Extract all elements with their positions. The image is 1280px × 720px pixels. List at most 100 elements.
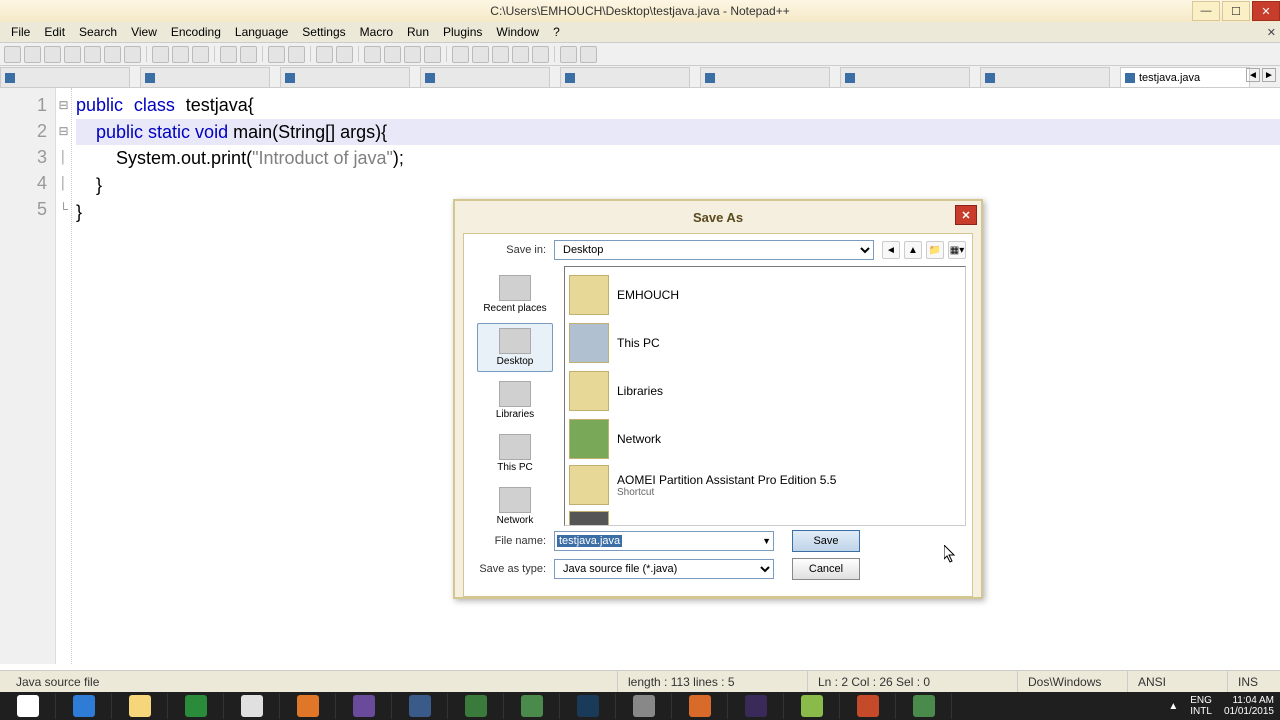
- copy-icon[interactable]: [172, 46, 189, 63]
- firefox-icon[interactable]: [280, 693, 336, 719]
- save-icon[interactable]: [44, 46, 61, 63]
- tab[interactable]: [420, 67, 550, 87]
- close-icon[interactable]: [84, 46, 101, 63]
- explorer-icon[interactable]: [112, 693, 168, 719]
- save-button[interactable]: Save: [792, 530, 860, 552]
- undo-icon[interactable]: [220, 46, 237, 63]
- powerpoint-icon[interactable]: [840, 693, 896, 719]
- compare-icon[interactable]: [560, 46, 577, 63]
- places-network[interactable]: Network: [477, 482, 553, 531]
- chrome-icon[interactable]: [224, 693, 280, 719]
- menu-macro[interactable]: Macro: [353, 23, 400, 41]
- close-button[interactable]: ✕: [1252, 1, 1280, 21]
- indent-guide-icon[interactable]: [404, 46, 421, 63]
- fold-margin[interactable]: ⊟ ⊟ │ │ └: [56, 88, 72, 664]
- filename-input[interactable]: testjava.java▼: [554, 531, 774, 551]
- minimize-button[interactable]: —: [1192, 1, 1220, 21]
- places-libraries[interactable]: Libraries: [477, 376, 553, 425]
- list-item[interactable]: Network: [569, 415, 961, 463]
- saveastype-select[interactable]: Java source file (*.java): [554, 559, 774, 579]
- list-item[interactable]: AOMEI Partition Assistant Pro Edition 5.…: [569, 463, 961, 507]
- cut-icon[interactable]: [152, 46, 169, 63]
- tab[interactable]: [700, 67, 830, 87]
- spell-check-icon[interactable]: [580, 46, 597, 63]
- list-item[interactable]: Libraries: [569, 367, 961, 415]
- cancel-button[interactable]: Cancel: [792, 558, 860, 580]
- view-menu-icon[interactable]: ▦▾: [948, 241, 966, 259]
- fold-minus-icon[interactable]: ⊟: [56, 118, 71, 144]
- menu-edit[interactable]: Edit: [37, 23, 72, 41]
- menu-window[interactable]: Window: [489, 23, 546, 41]
- app-icon[interactable]: [448, 693, 504, 719]
- close-all-icon[interactable]: [104, 46, 121, 63]
- redo-icon[interactable]: [240, 46, 257, 63]
- save-all-icon[interactable]: [64, 46, 81, 63]
- vlc-icon[interactable]: [672, 693, 728, 719]
- dropdown-icon[interactable]: ▼: [762, 536, 771, 546]
- play-macro-icon[interactable]: [492, 46, 509, 63]
- print-icon[interactable]: [124, 46, 141, 63]
- tab[interactable]: [980, 67, 1110, 87]
- list-item[interactable]: Bitstream Font Navigator: [569, 507, 961, 526]
- fold-minus-icon[interactable]: ⊟: [56, 92, 71, 118]
- back-icon[interactable]: ◄: [882, 241, 900, 259]
- places-recent[interactable]: Recent places: [477, 270, 553, 319]
- tab-scroll-right-icon[interactable]: ►: [1262, 68, 1276, 82]
- camtasia-icon[interactable]: [504, 693, 560, 719]
- menu-run[interactable]: Run: [400, 23, 436, 41]
- app-icon[interactable]: [392, 693, 448, 719]
- tab-active[interactable]: testjava.java: [1120, 67, 1250, 87]
- app-icon[interactable]: [616, 693, 672, 719]
- menu-help[interactable]: ?: [546, 23, 567, 41]
- file-list[interactable]: EMHOUCH This PC Libraries Network AOMEI …: [564, 266, 966, 526]
- up-icon[interactable]: ▲: [904, 241, 922, 259]
- show-all-chars-icon[interactable]: [384, 46, 401, 63]
- camtasia-rec-icon[interactable]: [896, 693, 952, 719]
- menu-plugins[interactable]: Plugins: [436, 23, 489, 41]
- tab[interactable]: [560, 67, 690, 87]
- notepadpp-icon[interactable]: [784, 693, 840, 719]
- paste-icon[interactable]: [192, 46, 209, 63]
- menu-language[interactable]: Language: [228, 23, 295, 41]
- tab-close-icon[interactable]: ✕: [1267, 26, 1276, 39]
- list-item[interactable]: EMHOUCH: [569, 271, 961, 319]
- new-icon[interactable]: [4, 46, 21, 63]
- dialog-close-button[interactable]: ✕: [955, 205, 977, 225]
- menu-settings[interactable]: Settings: [295, 23, 352, 41]
- zoom-in-icon[interactable]: [316, 46, 333, 63]
- places-desktop[interactable]: Desktop: [477, 323, 553, 372]
- tray-up-icon[interactable]: ▲: [1168, 701, 1178, 712]
- ftp-icon[interactable]: [424, 46, 441, 63]
- open-icon[interactable]: [24, 46, 41, 63]
- wrap-icon[interactable]: [364, 46, 381, 63]
- menu-search[interactable]: Search: [72, 23, 124, 41]
- tab[interactable]: [0, 67, 130, 87]
- app-icon[interactable]: [336, 693, 392, 719]
- store-icon[interactable]: [168, 693, 224, 719]
- places-thispc[interactable]: This PC: [477, 429, 553, 478]
- tab[interactable]: [280, 67, 410, 87]
- tab-scroll-left-icon[interactable]: ◄: [1246, 68, 1260, 82]
- stop-macro-icon[interactable]: [472, 46, 489, 63]
- photoshop-icon[interactable]: [560, 693, 616, 719]
- system-tray[interactable]: ▲ ENGINTL 11:04 AM01/01/2015: [1162, 695, 1280, 717]
- maximize-button[interactable]: ☐: [1222, 1, 1250, 21]
- start-button[interactable]: [0, 693, 56, 719]
- tab[interactable]: [840, 67, 970, 87]
- new-folder-icon[interactable]: 📁: [926, 241, 944, 259]
- save-macro-icon[interactable]: [532, 46, 549, 63]
- ie-icon[interactable]: [56, 693, 112, 719]
- list-item[interactable]: This PC: [569, 319, 961, 367]
- menu-file[interactable]: File: [4, 23, 37, 41]
- savein-select[interactable]: Desktop: [554, 240, 874, 260]
- dialog-title-bar[interactable]: Save As ✕: [455, 201, 981, 233]
- aftereffects-icon[interactable]: [728, 693, 784, 719]
- zoom-out-icon[interactable]: [336, 46, 353, 63]
- find-icon[interactable]: [268, 46, 285, 63]
- record-macro-icon[interactable]: [452, 46, 469, 63]
- tab[interactable]: [140, 67, 270, 87]
- menu-encoding[interactable]: Encoding: [164, 23, 228, 41]
- menu-view[interactable]: View: [124, 23, 164, 41]
- replace-icon[interactable]: [288, 46, 305, 63]
- play-multiple-icon[interactable]: [512, 46, 529, 63]
